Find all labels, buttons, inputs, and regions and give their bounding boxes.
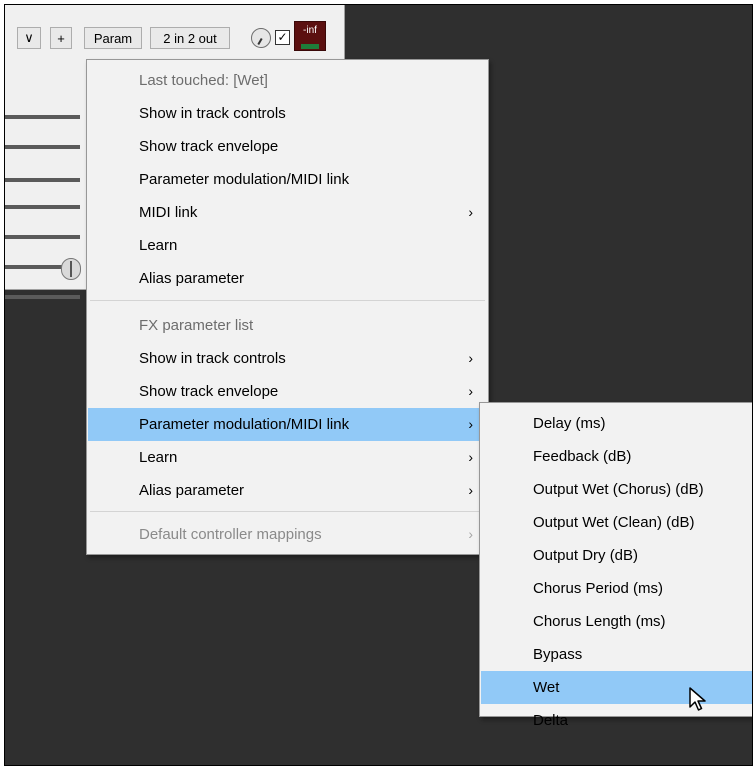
param-button[interactable]: Param [84, 27, 142, 49]
submenu-item-bypass[interactable]: Bypass [481, 638, 752, 671]
menu-item-fx-parameter-modulation[interactable]: Parameter modulation/MIDI link › [88, 408, 487, 441]
menu-item-label: Parameter modulation/MIDI link [139, 416, 350, 433]
submenu-item-output-dry[interactable]: Output Dry (dB) [481, 539, 752, 572]
menu-item-fx-show-in-track-controls[interactable]: Show in track controls › [88, 342, 487, 375]
output-meter: -inf [294, 21, 326, 51]
add-button[interactable]: + [50, 27, 72, 49]
menu-header-fx-parameter-list: FX parameter list [139, 317, 254, 334]
window-frame: ∨ + Param 2 in 2 out ✓ -inf Last touched… [4, 4, 753, 766]
menu-item-label: Show in track controls [139, 350, 286, 367]
submenu-item-chorus-period[interactable]: Chorus Period (ms) [481, 572, 752, 605]
menu-item-midi-link[interactable]: MIDI link › [88, 196, 487, 229]
fx-toolbar: ∨ + Param 2 in 2 out ✓ -inf [5, 5, 344, 51]
submenu-item-chorus-length[interactable]: Chorus Length (ms) [481, 605, 752, 638]
menu-separator [90, 511, 485, 512]
submenu-item-feedback[interactable]: Feedback (dB) [481, 440, 752, 473]
menu-item-label: Parameter modulation/MIDI link [139, 171, 350, 188]
slider-thumb-handle[interactable] [61, 258, 81, 280]
param-slider[interactable] [5, 295, 80, 299]
menu-item-label: Show in track controls [139, 105, 286, 122]
menu-item-alias-parameter[interactable]: Alias parameter [88, 262, 487, 295]
menu-item-label: Learn [139, 449, 178, 466]
menu-item-default-controller-mappings: Default controller mappings › [88, 518, 487, 551]
submenu-item-wet[interactable]: Wet [481, 671, 752, 704]
menu-item-learn[interactable]: Learn [88, 229, 487, 262]
preset-dropdown-button[interactable]: ∨ [17, 27, 41, 49]
submenu-arrow-icon: › [468, 449, 473, 465]
submenu-item-delay[interactable]: Delay (ms) [481, 407, 752, 440]
menu-item-fx-show-track-envelope[interactable]: Show track envelope › [88, 375, 487, 408]
submenu-item-output-wet-clean[interactable]: Output Wet (Clean) (dB) [481, 506, 752, 539]
menu-item-label: MIDI link [139, 204, 198, 221]
parameter-submenu: Delay (ms) Feedback (dB) Output Wet (Cho… [479, 402, 752, 729]
submenu-arrow-icon: › [468, 416, 473, 432]
submenu-item-delta[interactable]: Delta [481, 704, 752, 737]
mouse-pointer-icon [689, 687, 706, 711]
menu-item-label: Learn [139, 237, 178, 254]
wet-knob-icon[interactable] [251, 28, 271, 48]
menu-item-label: Default controller mappings [139, 526, 322, 543]
submenu-arrow-icon: › [468, 383, 473, 399]
io-routing-button[interactable]: 2 in 2 out [150, 27, 230, 49]
submenu-arrow-icon: › [468, 526, 473, 542]
param-context-menu: Last touched: [Wet] Show in track contro… [86, 59, 489, 555]
param-slider[interactable] [5, 235, 80, 239]
menu-item-label: Alias parameter [139, 270, 245, 287]
menu-item-label: Show track envelope [139, 138, 279, 155]
menu-header-last-touched: Last touched: [Wet] [139, 72, 268, 89]
submenu-item-output-wet-chorus[interactable]: Output Wet (Chorus) (dB) [481, 473, 752, 506]
menu-item-fx-alias-parameter[interactable]: Alias parameter › [88, 474, 487, 507]
menu-item-label: Alias parameter [139, 482, 245, 499]
menu-separator [90, 300, 485, 301]
param-slider[interactable] [5, 145, 80, 149]
submenu-arrow-icon: › [468, 350, 473, 366]
submenu-arrow-icon: › [468, 204, 473, 220]
param-slider[interactable] [5, 115, 80, 119]
bypass-checkbox[interactable]: ✓ [275, 30, 290, 45]
menu-item-parameter-modulation[interactable]: Parameter modulation/MIDI link [88, 163, 487, 196]
param-slider[interactable] [5, 178, 80, 182]
param-slider[interactable] [5, 205, 80, 209]
menu-item-fx-learn[interactable]: Learn › [88, 441, 487, 474]
submenu-arrow-icon: › [468, 482, 473, 498]
menu-item-label: Show track envelope [139, 383, 279, 400]
menu-item-show-in-track-controls[interactable]: Show in track controls [88, 97, 487, 130]
menu-item-show-track-envelope[interactable]: Show track envelope [88, 130, 487, 163]
